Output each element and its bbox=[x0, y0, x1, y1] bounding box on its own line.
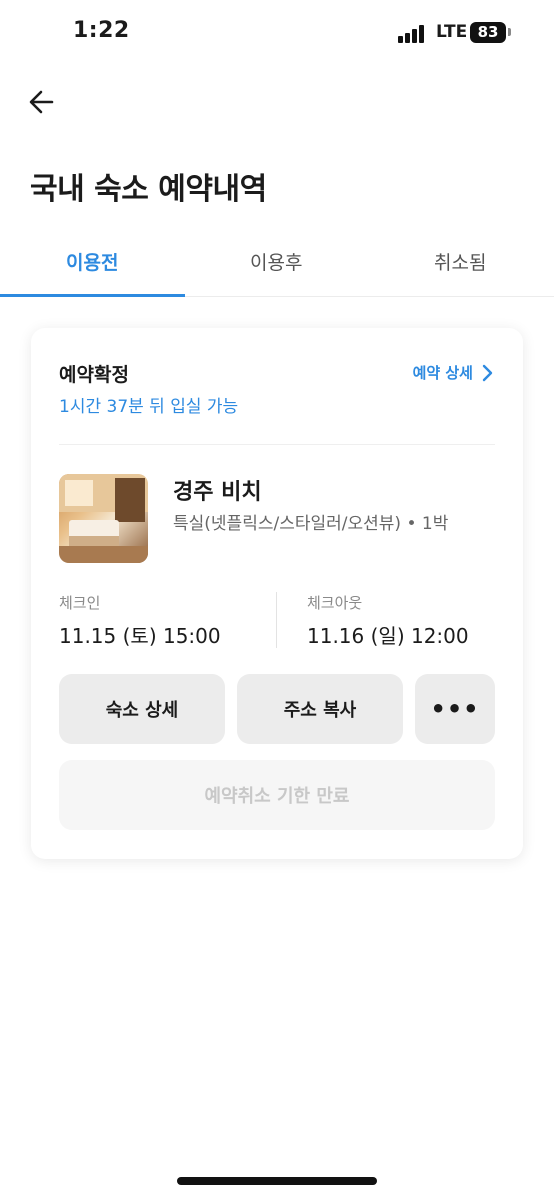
booking-detail-link[interactable]: 예약 상세 bbox=[413, 362, 493, 383]
dot-separator: • bbox=[406, 514, 422, 534]
tab-active-indicator bbox=[0, 294, 185, 297]
chevron-right-icon bbox=[482, 364, 493, 381]
tab-before-use[interactable]: 이용전 bbox=[66, 248, 118, 275]
checkout-value: 11.16 (일) 12:00 bbox=[307, 624, 469, 648]
more-icon: ••• bbox=[430, 695, 480, 723]
hotel-room-image[interactable] bbox=[59, 474, 148, 563]
nights: 1박 bbox=[421, 514, 449, 534]
room-type: 특실(넷플릭스/스타일러/오션뷰) bbox=[173, 514, 402, 534]
more-button[interactable]: ••• bbox=[415, 674, 495, 744]
page-title: 국내 숙소 예약내역 bbox=[30, 172, 267, 207]
checkin-value: 11.15 (토) 15:00 bbox=[59, 624, 221, 648]
status-time: 1:22 bbox=[73, 18, 130, 43]
checkout-label: 체크아웃 bbox=[307, 594, 363, 612]
battery-icon: 83 bbox=[470, 22, 506, 43]
divider bbox=[59, 444, 495, 445]
room-info: 특실(넷플릭스/스타일러/오션뷰) • 1박 bbox=[173, 509, 448, 534]
hotel-detail-button[interactable]: 숙소 상세 bbox=[59, 674, 225, 744]
checkin-countdown: 1시간 37분 뒤 입실 가능 bbox=[59, 397, 239, 417]
copy-address-button[interactable]: 주소 복사 bbox=[237, 674, 403, 744]
tab-cancelled[interactable]: 취소됨 bbox=[434, 248, 486, 275]
cancel-booking-button: 예약취소 기한 만료 bbox=[59, 760, 495, 830]
checkin-label: 체크인 bbox=[59, 594, 101, 612]
hotel-name: 경주 비치 bbox=[173, 480, 262, 505]
tab-after-use[interactable]: 이용후 bbox=[250, 248, 302, 275]
network-type: LTE bbox=[436, 22, 468, 42]
tab-bar: 이용전 이용후 취소됨 bbox=[0, 232, 554, 297]
home-indicator bbox=[177, 1177, 377, 1185]
booking-detail-label: 예약 상세 bbox=[412, 364, 473, 382]
checkin-checkout-divider bbox=[276, 592, 277, 648]
status-bar: 1:22 LTE 83 bbox=[0, 0, 554, 66]
back-arrow-icon[interactable] bbox=[24, 84, 60, 120]
booking-card: 예약확정 1시간 37분 뒤 입실 가능 예약 상세 경주 비치 특실(넷플릭스… bbox=[31, 328, 523, 859]
booking-status: 예약확정 bbox=[59, 364, 129, 386]
cellular-signal-icon bbox=[398, 25, 428, 43]
battery-tip bbox=[508, 28, 511, 36]
